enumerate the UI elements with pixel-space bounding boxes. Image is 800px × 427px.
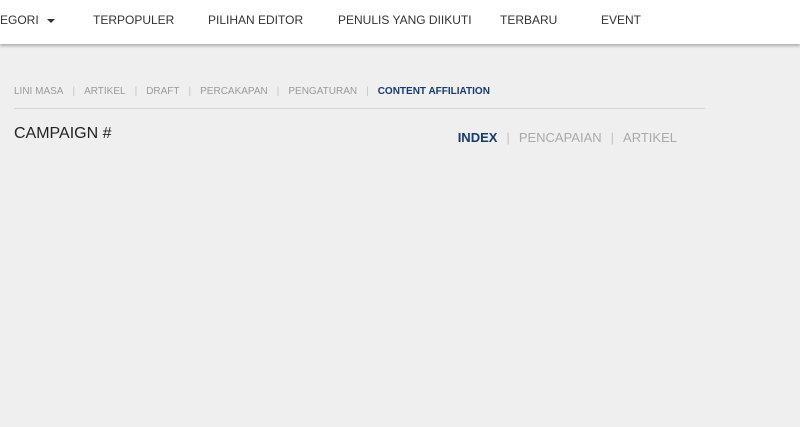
nav-terbaru-label: TERBARU <box>500 13 558 27</box>
tab-pencapaian[interactable]: PENCAPAIAN <box>519 130 602 145</box>
top-navigation-bar: EGORI TERPOPULER PILIHAN EDITOR PENULIS … <box>0 0 800 44</box>
subnav-separator: | <box>72 86 76 97</box>
tab-artikel[interactable]: ARTIKEL <box>623 130 677 145</box>
subnav-separator: | <box>276 86 280 97</box>
subnav-separator: | <box>134 86 138 97</box>
nav-kategori-label: EGORI <box>0 13 39 27</box>
campaign-tabs: INDEX | PENCAPAIAN | ARTIKEL <box>458 130 677 145</box>
nav-kategori-dropdown[interactable]: EGORI <box>0 0 55 40</box>
subnav-content-affiliation[interactable]: CONTENT AFFILIATION <box>378 86 490 97</box>
nav-pilihan-editor-label: PILIHAN EDITOR <box>208 13 304 27</box>
section-divider <box>14 108 705 109</box>
subnav-pengaturan[interactable]: PENGATURAN <box>288 86 357 97</box>
subnav-lini-masa[interactable]: LINI MASA <box>14 86 63 97</box>
tab-separator: | <box>610 130 615 145</box>
tab-index[interactable]: INDEX <box>458 130 498 145</box>
nav-penulis-label: PENULIS YANG DIIKUTI <box>338 13 472 27</box>
nav-pilihan-editor[interactable]: PILIHAN EDITOR <box>208 0 303 40</box>
nav-terbaru[interactable]: TERBARU <box>500 0 557 40</box>
page-title: CAMPAIGN # <box>14 125 112 142</box>
subnav-separator: | <box>366 86 369 97</box>
subnav-draft[interactable]: DRAFT <box>146 86 179 97</box>
subnav-separator: | <box>188 86 192 97</box>
nav-event[interactable]: EVENT <box>601 0 641 40</box>
nav-penulis-yang-diikuti[interactable]: PENULIS YANG DIIKUTI <box>338 0 472 40</box>
nav-terpopuler[interactable]: TERPOPULER <box>93 0 174 40</box>
profile-sub-navigation: LINI MASA | ARTIKEL | DRAFT | PERCAKAPAN… <box>14 86 490 97</box>
caret-down-icon <box>46 19 55 23</box>
tab-separator: | <box>506 130 510 145</box>
nav-event-label: EVENT <box>601 13 642 27</box>
nav-terpopuler-label: TERPOPULER <box>93 13 175 27</box>
subnav-artikel[interactable]: ARTIKEL <box>84 86 126 97</box>
subnav-percakapan[interactable]: PERCAKAPAN <box>200 86 268 97</box>
